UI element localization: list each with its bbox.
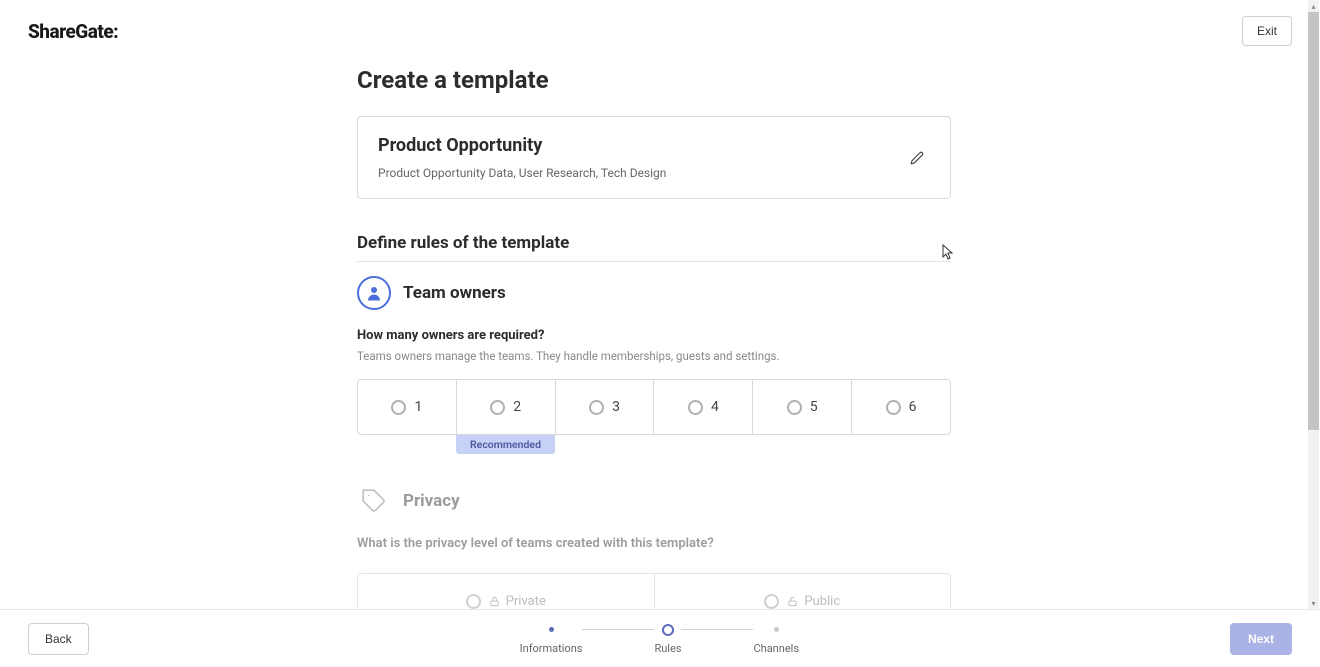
radio-icon: [391, 400, 406, 415]
privacy-title: Privacy: [403, 491, 460, 511]
owner-option-label: 6: [909, 399, 917, 415]
step-dot-active-icon: [662, 624, 674, 636]
privacy-label-text: Private: [506, 594, 546, 609]
logo: ShareGate:: [28, 20, 118, 43]
privacy-label: Public: [787, 594, 840, 609]
owner-option-1[interactable]: 1: [358, 380, 457, 434]
privacy-label: Private: [489, 594, 546, 609]
page-title: Create a template: [357, 66, 951, 94]
tag-icon: [357, 484, 391, 518]
step-connector: [681, 623, 753, 637]
owner-option-6[interactable]: 6: [852, 380, 950, 434]
step-connector: [582, 623, 654, 637]
owners-helper: Teams owners manage the teams. They hand…: [357, 349, 951, 363]
radio-icon: [589, 400, 604, 415]
template-tags: Product Opportunity Data, User Research,…: [378, 166, 904, 180]
privacy-header: Privacy: [357, 484, 951, 518]
privacy-question: What is the privacy level of teams creat…: [357, 536, 951, 551]
template-name: Product Opportunity: [378, 135, 904, 156]
header: ShareGate: Exit: [0, 0, 1320, 62]
footer: Back Informations Rules Channels Next: [0, 609, 1320, 667]
team-owners-header: Team owners: [357, 276, 951, 310]
step-dot-icon: [774, 627, 779, 632]
privacy-option-public[interactable]: Public: [655, 574, 951, 609]
owner-option-3[interactable]: 3: [556, 380, 655, 434]
step-label: Channels: [753, 642, 799, 655]
person-icon: [357, 276, 391, 310]
radio-icon: [490, 400, 505, 415]
owner-option-label: 2: [513, 399, 521, 415]
exit-button[interactable]: Exit: [1242, 16, 1292, 46]
step-label: Rules: [654, 642, 681, 655]
step-channels[interactable]: Channels: [753, 623, 799, 655]
owner-option-5[interactable]: 5: [753, 380, 852, 434]
team-owners-title: Team owners: [403, 283, 506, 303]
privacy-options: Private Public: [357, 573, 951, 609]
stepper: Informations Rules Channels: [520, 623, 799, 655]
owner-option-label: 5: [810, 399, 818, 415]
back-button[interactable]: Back: [28, 623, 89, 655]
lock-icon: [489, 596, 500, 607]
scrollbar-arrow-down[interactable]: ▾: [1308, 597, 1319, 609]
recommended-row: Recommended: [357, 435, 951, 454]
privacy-label-text: Public: [804, 594, 840, 609]
radio-icon: [764, 594, 779, 609]
step-rules[interactable]: Rules: [654, 623, 681, 655]
privacy-section: Privacy What is the privacy level of tea…: [357, 484, 951, 609]
radio-icon: [787, 400, 802, 415]
rules-section-title: Define rules of the template: [357, 233, 951, 262]
template-summary-card: Product Opportunity Product Opportunity …: [357, 116, 951, 199]
step-informations[interactable]: Informations: [520, 623, 583, 655]
privacy-option-private[interactable]: Private: [358, 574, 655, 609]
main-scroll-area: Create a template Product Opportunity Pr…: [0, 58, 1308, 609]
owner-option-label: 3: [612, 399, 620, 415]
scrollbar-thumb[interactable]: [1308, 0, 1319, 430]
template-info: Product Opportunity Product Opportunity …: [378, 135, 904, 180]
team-owners-section: Team owners How many owners are required…: [357, 276, 951, 454]
owner-option-label: 1: [414, 399, 422, 415]
unlock-icon: [787, 596, 798, 607]
owner-option-2[interactable]: 2: [457, 380, 556, 434]
pencil-icon: [910, 151, 924, 165]
owners-question: How many owners are required?: [357, 328, 951, 343]
owner-option-label: 4: [711, 399, 719, 415]
step-label: Informations: [520, 642, 583, 655]
radio-icon: [466, 594, 481, 609]
next-button[interactable]: Next: [1230, 623, 1292, 655]
owner-option-4[interactable]: 4: [654, 380, 753, 434]
scrollbar-arrow-up[interactable]: ▴: [1308, 0, 1319, 12]
owner-count-options: 1 2 3 4 5: [357, 379, 951, 435]
content: Create a template Product Opportunity Pr…: [357, 58, 951, 609]
edit-template-button[interactable]: [904, 145, 930, 171]
radio-icon: [886, 400, 901, 415]
step-dot-icon: [549, 627, 554, 632]
radio-icon: [688, 400, 703, 415]
recommended-badge: Recommended: [456, 435, 555, 454]
